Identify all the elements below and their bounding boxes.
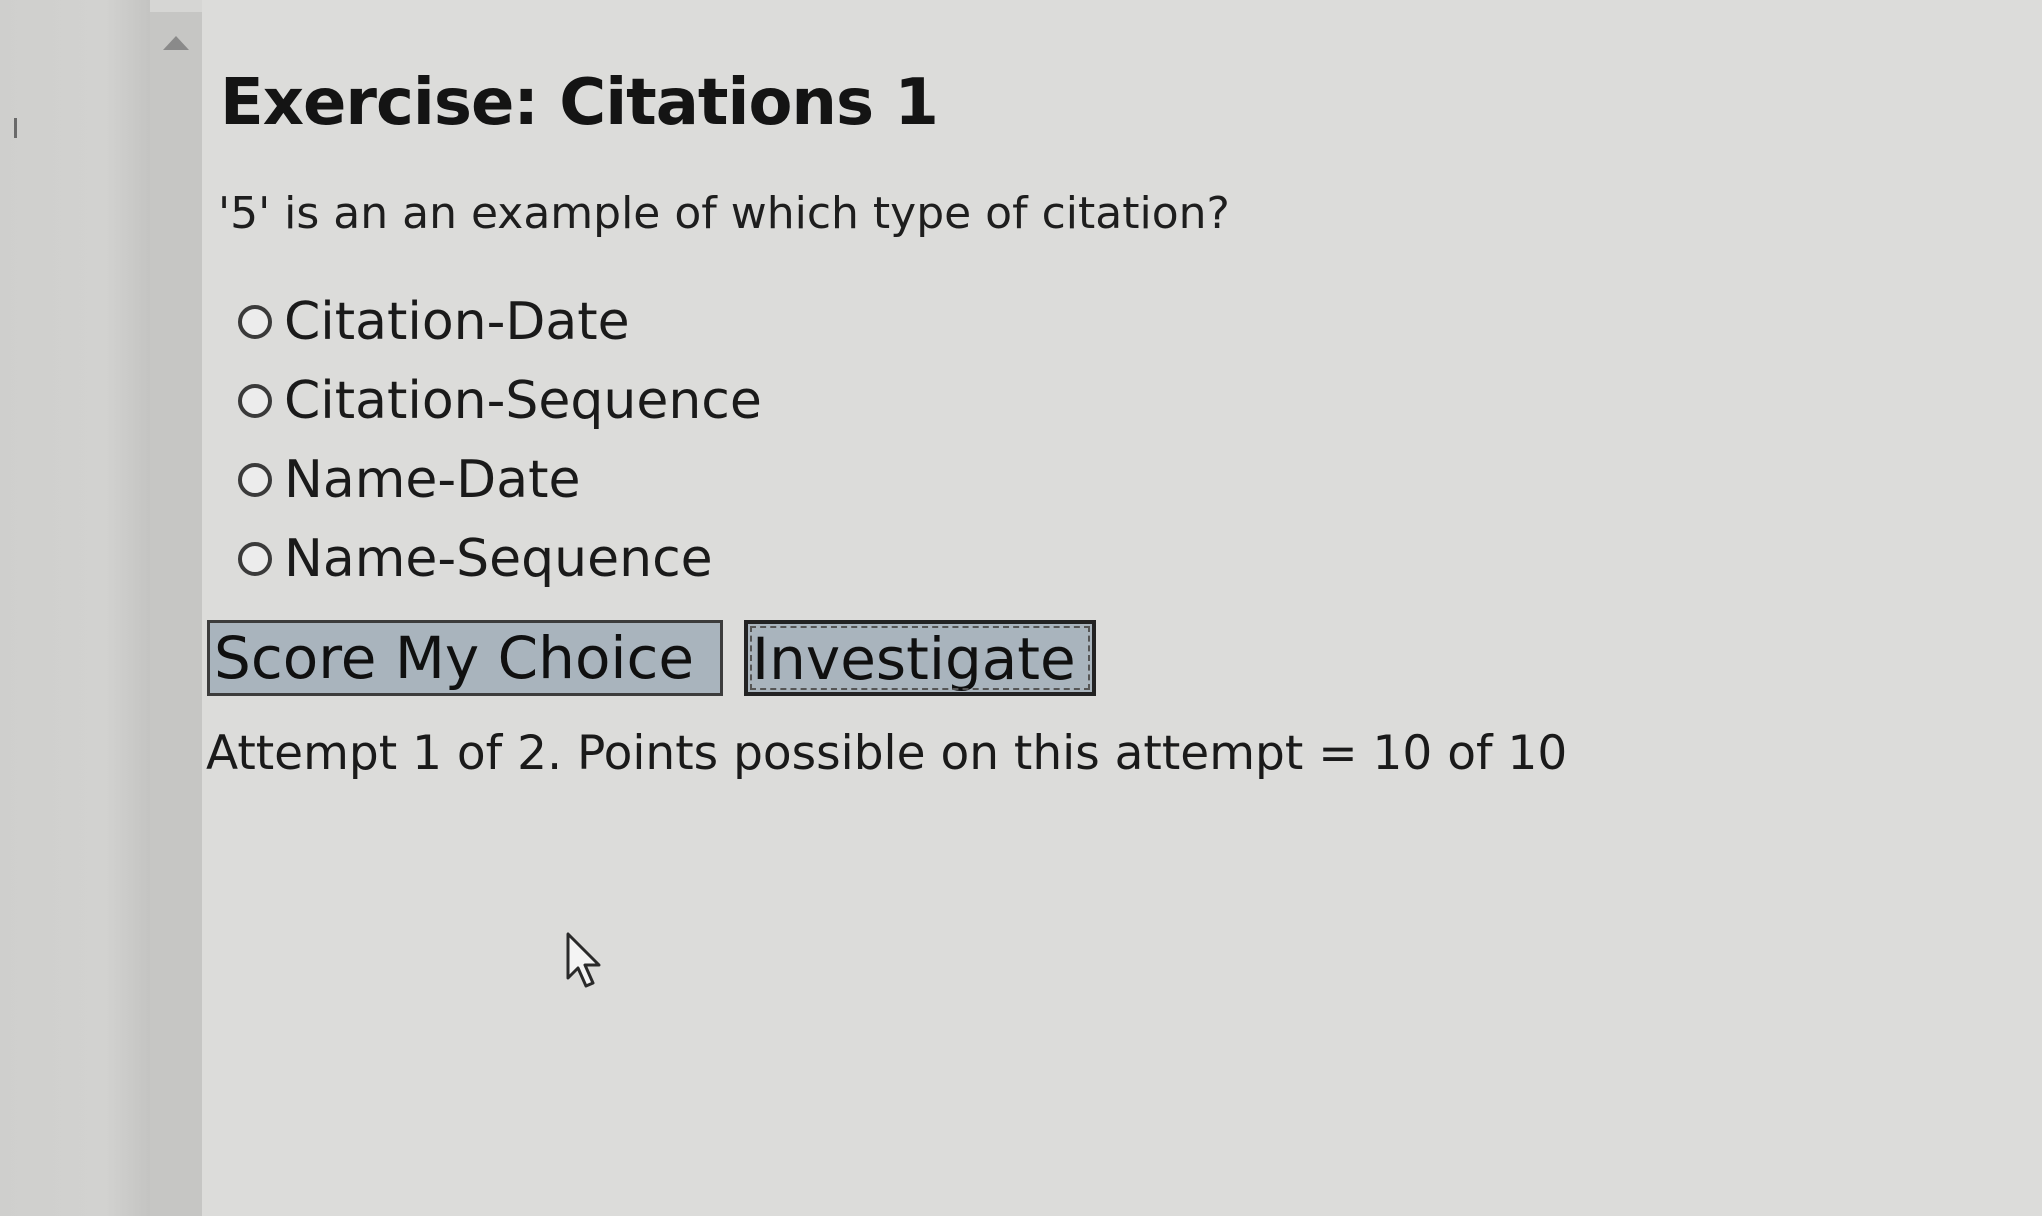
answer-options: Citation-Date Citation-Sequence Name-Dat… xyxy=(238,282,762,598)
question-text: '5' is an an example of which type of ci… xyxy=(218,188,1230,239)
option-name-sequence[interactable]: Name-Sequence xyxy=(238,519,762,598)
radio-button-icon[interactable] xyxy=(238,541,272,576)
option-label[interactable]: Citation-Sequence xyxy=(284,371,762,431)
window-edge-marker xyxy=(14,118,17,138)
investigate-button[interactable]: Investigate xyxy=(744,620,1096,696)
option-label[interactable]: Citation-Date xyxy=(284,292,630,352)
option-label[interactable]: Name-Sequence xyxy=(284,529,713,589)
option-name-date[interactable]: Name-Date xyxy=(238,440,762,519)
left-window-edge xyxy=(0,0,150,1216)
radio-button-icon[interactable] xyxy=(238,304,272,339)
mouse-pointer-icon xyxy=(566,932,601,988)
score-my-choice-button[interactable]: Score My Choice xyxy=(207,620,723,696)
option-citation-sequence[interactable]: Citation-Sequence xyxy=(238,361,762,440)
option-citation-date[interactable]: Citation-Date xyxy=(238,282,762,361)
radio-button-icon[interactable] xyxy=(238,383,272,418)
attempt-status-text: Attempt 1 of 2. Points possible on this … xyxy=(206,726,1568,781)
exercise-panel xyxy=(202,0,2042,1216)
scrollbar-track[interactable] xyxy=(150,12,202,1216)
radio-button-icon[interactable] xyxy=(238,462,272,497)
option-label[interactable]: Name-Date xyxy=(284,450,580,510)
scroll-up-arrow-icon[interactable] xyxy=(163,36,189,50)
page-title: Exercise: Citations 1 xyxy=(220,66,939,140)
